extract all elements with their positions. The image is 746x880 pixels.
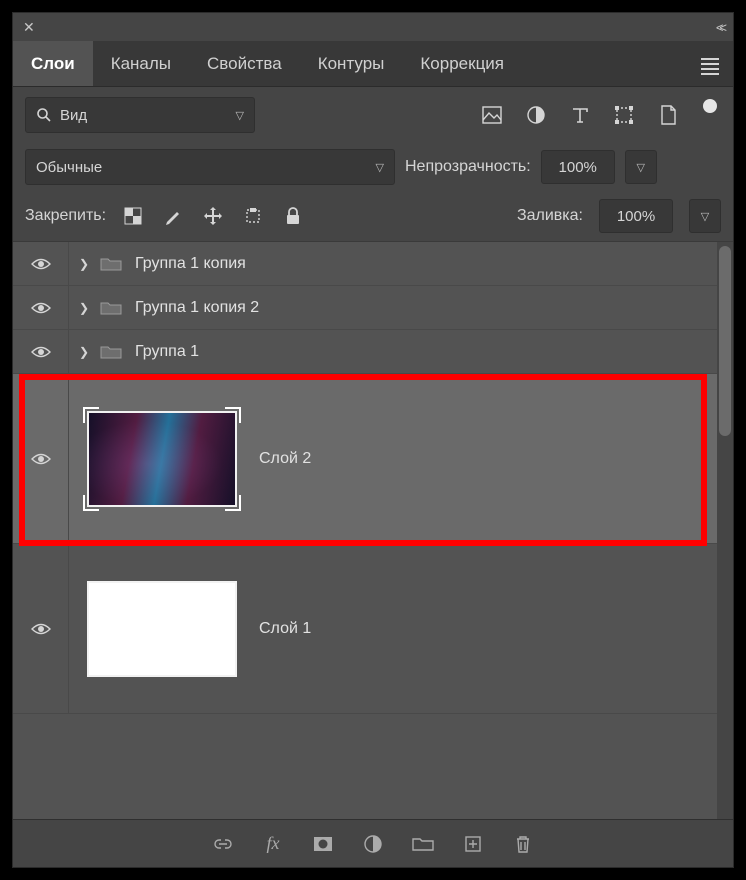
scroll-thumb[interactable] bbox=[719, 246, 731, 436]
layers-bottom-toolbar: fx bbox=[13, 819, 733, 867]
filter-label: Вид bbox=[60, 107, 87, 124]
tab-paths[interactable]: Контуры bbox=[300, 41, 403, 86]
chevron-down-icon: ▽ bbox=[376, 161, 384, 174]
visibility-toggle[interactable] bbox=[13, 374, 69, 543]
lock-row: Закрепить: Заливка: 100% ▽ bbox=[13, 191, 733, 242]
trash-icon[interactable] bbox=[512, 833, 534, 855]
panel-menu-icon[interactable] bbox=[687, 41, 733, 86]
lock-label: Закрепить: bbox=[25, 207, 106, 225]
expand-toggle[interactable]: ❯ bbox=[69, 345, 99, 359]
group-icon[interactable] bbox=[412, 833, 434, 855]
layer-name[interactable]: Слой 2 bbox=[259, 450, 311, 468]
close-icon[interactable]: ✕ bbox=[23, 19, 35, 36]
layer-row[interactable]: Слой 2 bbox=[13, 374, 733, 544]
layer-name[interactable]: Слой 1 bbox=[259, 620, 311, 638]
layer-group-row[interactable]: ❯ Группа 1 bbox=[13, 330, 733, 374]
image-filter-icon[interactable] bbox=[481, 104, 503, 126]
tab-adjustments[interactable]: Коррекция bbox=[402, 41, 522, 86]
link-icon[interactable] bbox=[212, 833, 234, 855]
expand-toggle[interactable]: ❯ bbox=[69, 301, 99, 315]
folder-icon bbox=[99, 343, 123, 361]
opacity-chevron[interactable]: ▽ bbox=[625, 150, 657, 184]
layer-name[interactable]: Группа 1 копия bbox=[135, 255, 246, 273]
visibility-toggle[interactable] bbox=[13, 330, 69, 373]
layer-filter-dropdown[interactable]: Вид ▽ bbox=[25, 97, 255, 133]
shape-filter-icon[interactable] bbox=[613, 104, 635, 126]
layer-name[interactable]: Группа 1 копия 2 bbox=[135, 299, 259, 317]
layers-panel: ✕ << Слои Каналы Свойства Контуры Коррек… bbox=[12, 12, 734, 868]
folder-icon bbox=[99, 255, 123, 273]
smartobject-filter-icon[interactable] bbox=[657, 104, 679, 126]
filter-toggle[interactable] bbox=[703, 99, 717, 113]
type-filter-icon[interactable] bbox=[569, 104, 591, 126]
visibility-toggle[interactable] bbox=[13, 286, 69, 329]
tab-layers[interactable]: Слои bbox=[13, 41, 93, 86]
layer-row[interactable]: Слой 1 bbox=[13, 544, 733, 714]
expand-toggle[interactable]: ❯ bbox=[69, 257, 99, 271]
layer-name[interactable]: Группа 1 bbox=[135, 343, 199, 361]
search-icon bbox=[36, 107, 52, 123]
chevron-down-icon: ▽ bbox=[236, 109, 244, 122]
lock-pixels-icon[interactable] bbox=[162, 205, 184, 227]
filter-toolbar: Вид ▽ bbox=[13, 87, 733, 143]
lock-all-icon[interactable] bbox=[282, 205, 304, 227]
fill-label: Заливка: bbox=[517, 207, 583, 225]
layers-list: ❯ Группа 1 копия ❯ Группа 1 копия 2 ❯ bbox=[13, 242, 733, 819]
folder-icon bbox=[99, 299, 123, 317]
tab-channels[interactable]: Каналы bbox=[93, 41, 189, 86]
opacity-label: Непрозрачность: bbox=[405, 158, 531, 176]
blend-row: Обычные ▽ Непрозрачность: 100% ▽ bbox=[13, 143, 733, 191]
lock-transparency-icon[interactable] bbox=[122, 205, 144, 227]
visibility-toggle[interactable] bbox=[13, 544, 69, 713]
visibility-toggle[interactable] bbox=[13, 242, 69, 285]
adjustment-filter-icon[interactable] bbox=[525, 104, 547, 126]
blend-mode-value: Обычные bbox=[36, 159, 102, 176]
layer-thumbnail[interactable] bbox=[87, 411, 237, 507]
fx-icon[interactable]: fx bbox=[262, 833, 284, 855]
panel-tabs: Слои Каналы Свойства Контуры Коррекция bbox=[13, 41, 733, 87]
new-layer-icon[interactable] bbox=[462, 833, 484, 855]
fill-input[interactable]: 100% bbox=[599, 199, 673, 233]
lock-position-icon[interactable] bbox=[202, 205, 224, 227]
collapse-icon[interactable]: << bbox=[716, 20, 723, 35]
lock-artboard-icon[interactable] bbox=[242, 205, 264, 227]
layer-group-row[interactable]: ❯ Группа 1 копия bbox=[13, 242, 733, 286]
layer-thumbnail[interactable] bbox=[87, 581, 237, 677]
mask-icon[interactable] bbox=[312, 833, 334, 855]
scrollbar[interactable] bbox=[717, 242, 733, 819]
panel-titlebar: ✕ << bbox=[13, 13, 733, 41]
tab-properties[interactable]: Свойства bbox=[189, 41, 300, 86]
adjustment-layer-icon[interactable] bbox=[362, 833, 384, 855]
blend-mode-dropdown[interactable]: Обычные ▽ bbox=[25, 149, 395, 185]
fill-chevron[interactable]: ▽ bbox=[689, 199, 721, 233]
opacity-input[interactable]: 100% bbox=[541, 150, 615, 184]
layer-group-row[interactable]: ❯ Группа 1 копия 2 bbox=[13, 286, 733, 330]
